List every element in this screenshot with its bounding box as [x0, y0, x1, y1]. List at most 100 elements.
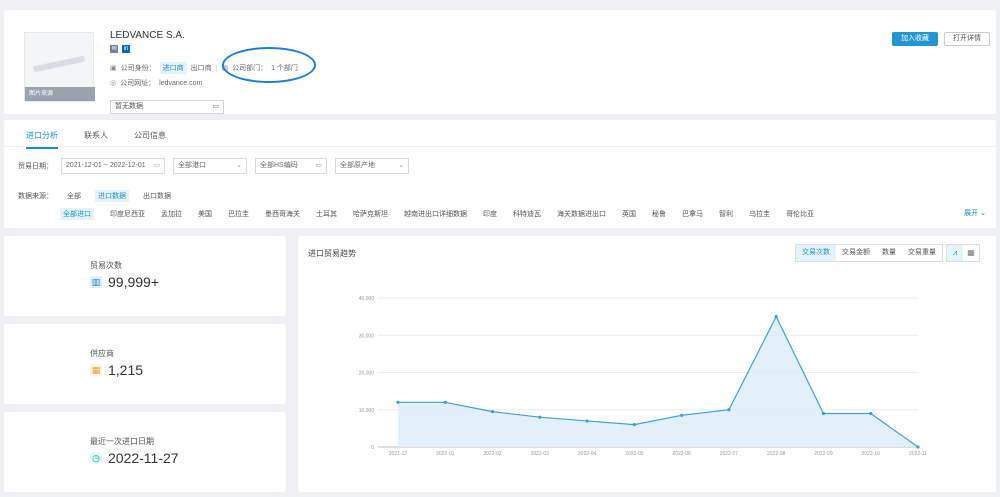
- x-tick-label: 2022-11: [909, 451, 927, 457]
- source-import[interactable]: 进口数据: [95, 190, 129, 202]
- company-logo: 图片来源: [24, 32, 95, 102]
- country-filter-item[interactable]: 哥伦比亚: [786, 209, 814, 219]
- country-filter-item[interactable]: 乌拉圭: [749, 209, 770, 219]
- role-tag-importer[interactable]: 进口商: [159, 62, 187, 74]
- country-filter-item[interactable]: 墨西哥海关: [265, 209, 300, 219]
- list-icon: ▭: [315, 162, 322, 169]
- country-filter-item[interactable]: 秘鲁: [652, 209, 666, 219]
- metric-weight[interactable]: 交易重量: [902, 245, 942, 261]
- role-tag-exporter[interactable]: 出口商: [191, 63, 212, 73]
- data-source-label: 数据来源：: [18, 193, 53, 200]
- country-filter-item[interactable]: 印度尼西亚: [110, 209, 145, 219]
- x-tick-label: 2022-01: [436, 451, 455, 457]
- data-point: [680, 413, 684, 417]
- x-tick-label: 2022-03: [531, 451, 550, 457]
- hs-code-select[interactable]: 全部HS编码 ▭: [255, 158, 327, 174]
- data-point: [869, 411, 873, 416]
- x-tick-label: 2022-09: [814, 451, 833, 457]
- country-filter-item[interactable]: 英国: [622, 209, 636, 219]
- date-range-picker[interactable]: 2021-12-01 ~ 2022-12-01 ▭: [61, 158, 165, 174]
- country-filter-item[interactable]: 全部进口: [60, 208, 94, 220]
- expand-button[interactable]: 展开 ⌄: [964, 208, 986, 218]
- country-filter-item[interactable]: 科特迪瓦: [513, 209, 541, 219]
- add-favorite-button[interactable]: 加入收藏: [892, 32, 938, 46]
- stat-value-row: ▥ 99,999+: [90, 274, 159, 290]
- chevron-down-icon: ⌄: [398, 162, 404, 169]
- data-point: [490, 410, 495, 414]
- website-row: ◎ 公司网址： ledvance.com: [110, 78, 202, 88]
- country-filter-item[interactable]: 土耳其: [316, 209, 337, 219]
- expand-label: 展开: [964, 210, 979, 217]
- company-header-card: 图片来源 LEDVANCE S.A. ✉ in ▣ 公司身份： 进口商 出口商 …: [4, 10, 996, 114]
- x-tick-label: 2022-10: [862, 451, 881, 457]
- x-tick-label: 2022-06: [672, 451, 691, 457]
- metric-trade-amount[interactable]: 交易金额: [836, 245, 876, 261]
- stat-label: 最近一次进口日期: [90, 437, 154, 446]
- divider: |: [215, 64, 218, 72]
- country-filter-item[interactable]: 越南进出口详细数据: [404, 209, 467, 219]
- import-trend-chart-card: 0 10,000 20,000 30,000 40,000 2021-12 2022-01 2…: [298, 236, 996, 492]
- stat-value: 99,999+: [108, 274, 159, 290]
- mail-icon[interactable]: ✉: [110, 45, 118, 53]
- x-tick-label: 2021-12: [389, 451, 408, 457]
- y-tick-label: 10,000: [359, 408, 375, 414]
- line-chart-icon[interactable]: ⩘: [947, 245, 963, 261]
- country-filter-item[interactable]: 哈萨克斯坦: [353, 209, 388, 219]
- data-point: [632, 423, 636, 427]
- country-filter-item[interactable]: 孟加拉: [161, 209, 182, 219]
- chevron-down-icon: ⌄: [980, 210, 986, 217]
- x-tick-label: 2022-05: [625, 451, 644, 457]
- country-filter-item[interactable]: 巴拉圭: [228, 209, 249, 219]
- y-tick-label: 30,000: [359, 333, 375, 339]
- table-icon[interactable]: ▦: [963, 245, 979, 261]
- country-filter-item[interactable]: 智利: [719, 209, 733, 219]
- stat-card-last-import: 最近一次进口日期 ◷ 2022-11-27: [4, 412, 286, 492]
- date-end: 2022-12-01: [109, 162, 146, 169]
- source-export[interactable]: 出口数据: [143, 191, 171, 201]
- country-filter-item[interactable]: 海关数据进出口: [557, 209, 606, 219]
- social-links: ✉ in: [110, 45, 130, 53]
- port-select-value: 全部港口: [178, 162, 206, 169]
- x-tick-label: 2022-02: [483, 451, 502, 457]
- y-tick-label: 0: [371, 445, 374, 451]
- stat-value-row: ▦ 1,215: [90, 362, 143, 378]
- origin-select[interactable]: 全部原产地 ⌄: [335, 158, 409, 174]
- data-point: [585, 419, 589, 423]
- data-point: [916, 445, 920, 449]
- data-point: [538, 415, 542, 419]
- series-area: [398, 316, 918, 447]
- y-tick-label: 40,000: [359, 296, 375, 302]
- date-sep: ~: [103, 162, 108, 169]
- company-name: LEDVANCE S.A.: [110, 30, 185, 41]
- calendar-icon: ▭: [153, 162, 160, 169]
- source-all[interactable]: 全部: [67, 191, 81, 201]
- x-tick-label: 2022-08: [767, 451, 786, 457]
- logo-badge: 图片来源: [25, 87, 95, 101]
- stat-value: 1,215: [108, 362, 144, 378]
- linkedin-icon[interactable]: in: [122, 45, 130, 53]
- country-filter-item[interactable]: 巴拿马: [682, 209, 703, 219]
- date-picker[interactable]: 暂无数据 ▭: [110, 100, 224, 114]
- clock-icon: ◷: [90, 452, 102, 464]
- annotation-highlight-ellipse: [222, 47, 316, 83]
- stat-label: 供应商: [90, 349, 114, 358]
- port-select[interactable]: 全部港口 ⌄: [173, 158, 247, 174]
- website-link[interactable]: ledvance.com: [159, 80, 202, 87]
- metric-trade-count[interactable]: 交易次数: [796, 245, 836, 261]
- date-start: 2021-12-01: [66, 162, 102, 169]
- metric-quantity[interactable]: 数量: [876, 245, 902, 261]
- trend-chart: 0 10,000 20,000 30,000 40,000 2021-12 2022-01 2…: [359, 296, 928, 457]
- stat-label: 贸易次数: [90, 261, 122, 270]
- hs-code-value: 全部HS编码: [260, 162, 298, 169]
- country-filter-row: 全部进口 印度尼西亚 孟加拉 美国 巴拉圭 墨西哥海关 土耳其 哈萨克斯坦 越南进出口详细数据 印…: [60, 208, 814, 220]
- stat-value-row: ◷ 2022-11-27: [90, 450, 179, 466]
- country-filter-item[interactable]: 印度: [483, 209, 497, 219]
- data-point: [727, 408, 731, 412]
- chart-title: 进口贸易趋势: [308, 249, 356, 258]
- id-card-icon: ▣: [110, 65, 117, 72]
- data-point: [774, 315, 778, 319]
- open-detail-button[interactable]: 打开详情: [944, 32, 990, 46]
- data-point: [821, 411, 826, 416]
- data-source-row: 数据来源： 全部 进口数据 出口数据: [18, 190, 171, 202]
- country-filter-item[interactable]: 美国: [198, 209, 212, 219]
